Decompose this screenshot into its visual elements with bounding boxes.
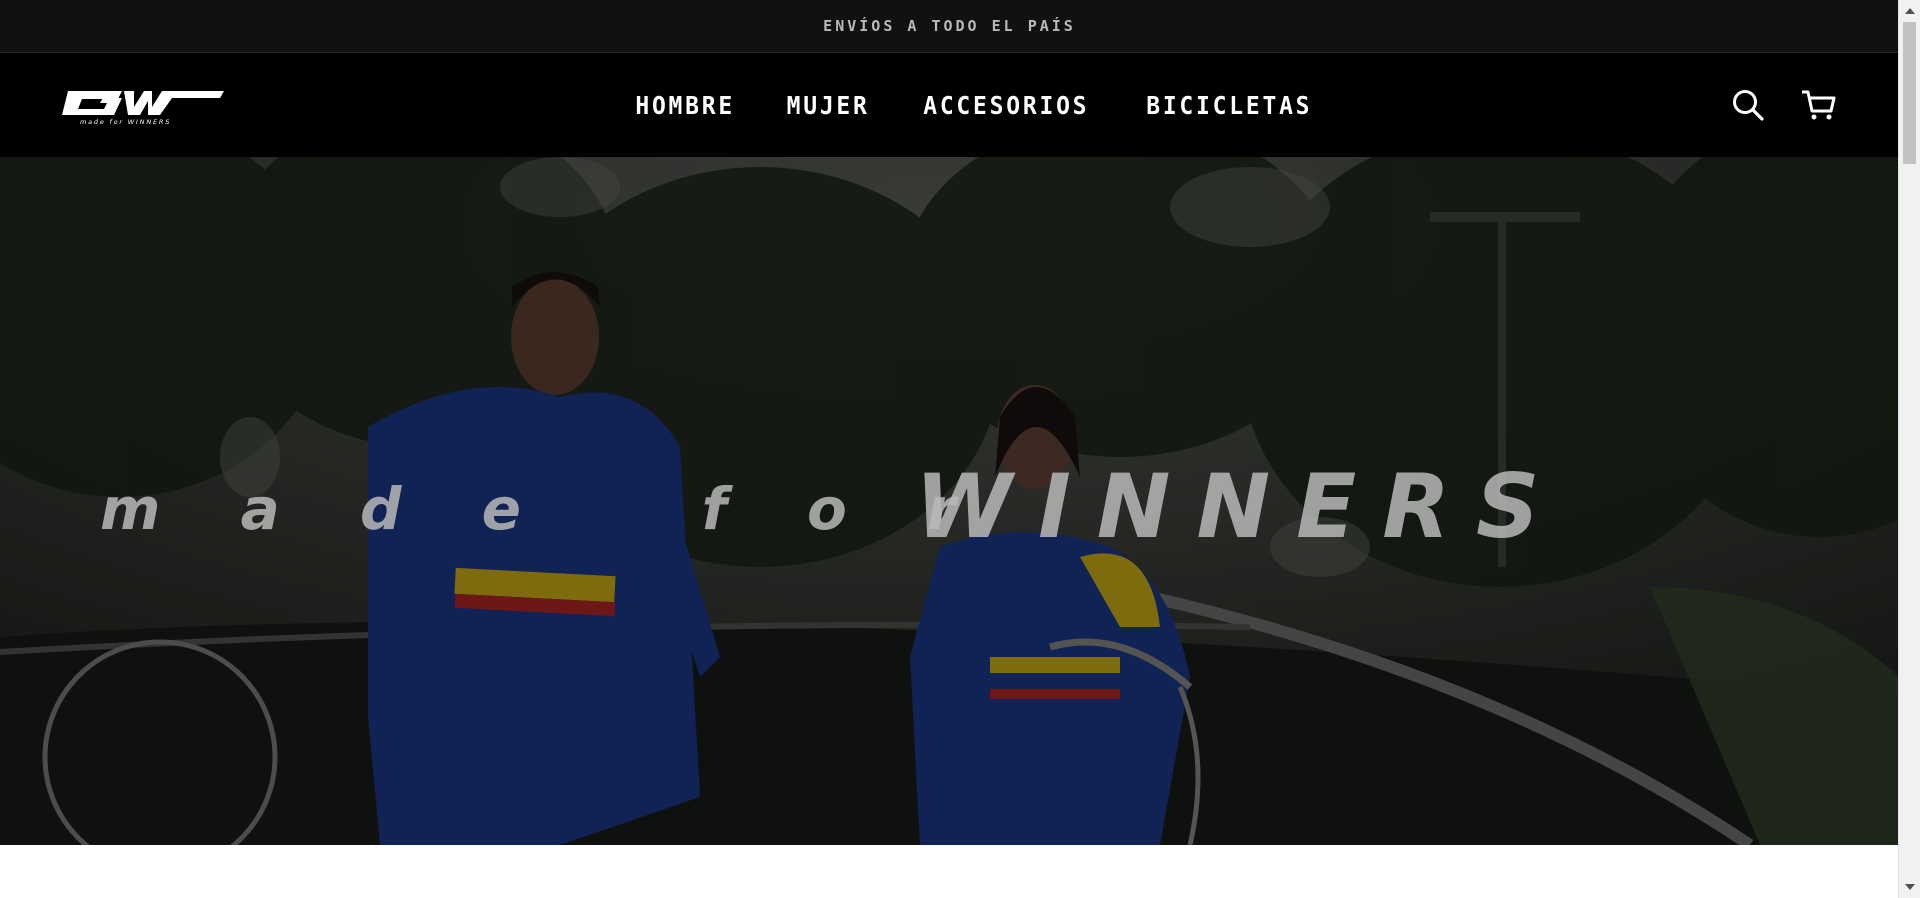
scroll-thumb[interactable] <box>1903 22 1916 164</box>
page-scrollbar[interactable] <box>1898 0 1920 898</box>
nav-bicicletas[interactable]: BICICLETAS <box>1147 91 1313 120</box>
hero-made-for: m a d e f o r <box>100 475 986 543</box>
hero-image: m a d e f o r WINNERS <box>0 157 1899 845</box>
nav-mujer[interactable]: MUJER <box>786 91 869 120</box>
site-header: made for WINNERS HOMBRE MUJER ACCESORIOS… <box>0 53 1899 157</box>
cart-icon[interactable] <box>1800 87 1836 123</box>
nav-accesorios[interactable]: ACCESORIOS <box>923 91 1089 120</box>
nav-hombre[interactable]: HOMBRE <box>636 91 736 120</box>
search-icon[interactable] <box>1730 87 1766 123</box>
scroll-down-arrow[interactable] <box>1905 884 1915 890</box>
announcement-bar: ENVÍOS A TODO EL PAÍS <box>0 0 1899 53</box>
scroll-up-arrow[interactable] <box>1905 8 1915 14</box>
hero-banner[interactable]: m a d e f o r WINNERS <box>0 157 1899 845</box>
main-nav: HOMBRE MUJER ACCESORIOS BICICLETAS <box>0 53 1899 157</box>
hero-winners: WINNERS <box>915 455 1565 558</box>
announcement-text: ENVÍOS A TODO EL PAÍS <box>823 17 1076 35</box>
